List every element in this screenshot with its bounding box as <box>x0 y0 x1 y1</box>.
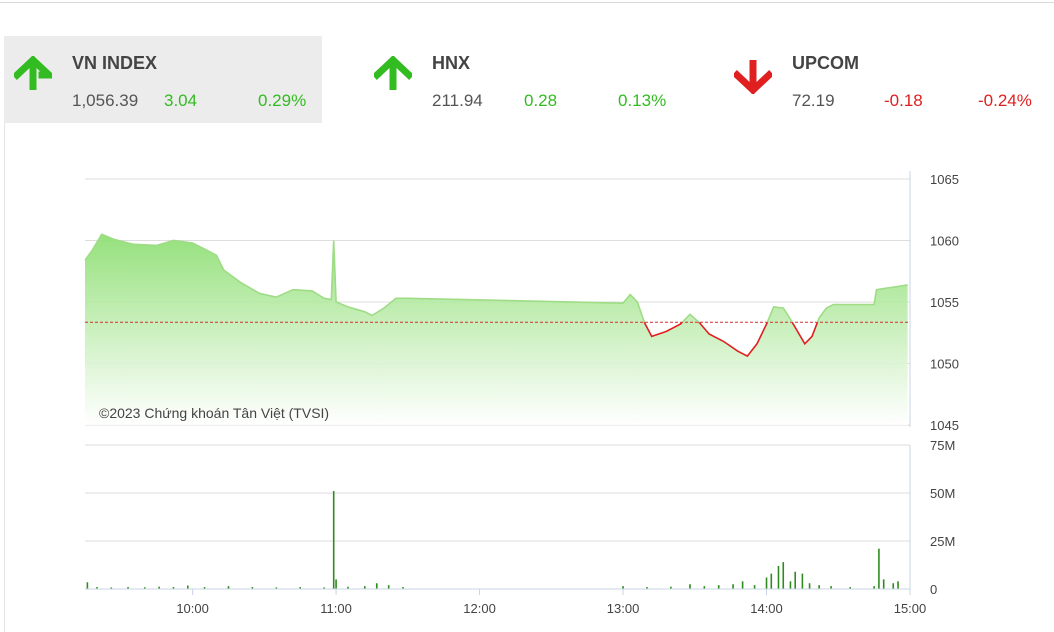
time-tick-label: 14:00 <box>750 601 783 616</box>
time-tick-label: 15:00 <box>894 601 927 616</box>
volume-tick-label: 50M <box>930 486 955 501</box>
price-tick-label: 1055 <box>930 295 959 310</box>
price-tick-label: 1050 <box>930 357 959 372</box>
volume-tick-label: 75M <box>930 438 955 453</box>
copyright-text: ©2023 Chứng khoán Tân Việt (TVSI) <box>99 405 329 421</box>
time-tick-label: 11:00 <box>320 601 352 616</box>
price-tick-label: 1045 <box>930 418 959 433</box>
time-tick-label: 10:00 <box>176 601 209 616</box>
time-tick-label: 12:00 <box>463 601 496 616</box>
price-area-fill <box>85 234 908 425</box>
volume-bars <box>86 491 899 589</box>
price-tick-label: 1060 <box>930 234 959 249</box>
time-tick-label: 13:00 <box>607 601 640 616</box>
volume-tick-label: 25M <box>930 534 955 549</box>
price-area <box>85 234 908 425</box>
price-tick-label: 1065 <box>930 172 959 187</box>
volume-tick-label: 0 <box>930 582 937 597</box>
intraday-chart: 1065 1060 1055 1050 1045 75M 50M 25M 0 10:00 11:00… <box>84 171 959 616</box>
